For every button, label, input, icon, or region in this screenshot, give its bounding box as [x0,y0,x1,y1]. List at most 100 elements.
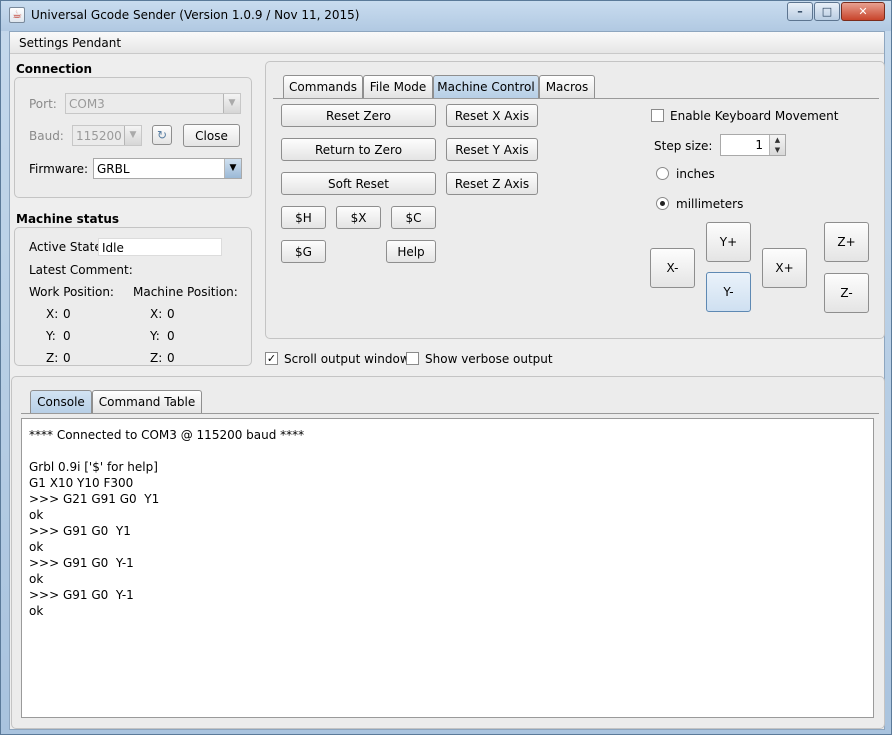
tab-macros[interactable]: Macros [539,75,595,98]
minimize-button[interactable]: – [787,2,813,21]
show-verbose-checkbox[interactable] [406,352,419,365]
check-mode-cmd-button[interactable]: $C [391,206,436,229]
parser-state-cmd-button[interactable]: $G [281,240,326,263]
firmware-value: GRBL [97,162,130,176]
spinner-arrows: ▲ ▼ [769,135,785,155]
work-z-label: Z: [46,351,59,365]
show-verbose-label: Show verbose output [425,352,553,366]
jog-z-plus-button[interactable]: Z+ [824,222,869,262]
step-size-spinner[interactable]: 1 ▲ ▼ [720,134,786,156]
jog-z-minus-button[interactable]: Z- [824,273,869,313]
app-window: ☕ Universal Gcode Sender (Version 1.0.9 … [0,0,892,735]
output-tab-divider [21,413,879,414]
console-line: G1 X10 Y10 F300 [29,476,134,490]
soft-reset-button[interactable]: Soft Reset [281,172,436,195]
machine-z-label: Z: [150,351,163,365]
menu-bar: Settings Pendant [10,32,884,54]
connection-panel: Port: COM3 ▼ Baud: 115200 ▼ ↻ Close Firm… [14,77,252,198]
console-line: ok [29,572,44,586]
port-select[interactable]: COM3 ▼ [65,93,241,114]
jog-y-minus-button[interactable]: Y- [706,272,751,312]
machine-status-panel: Active State: Idle Latest Comment: Work … [14,227,252,366]
menu-pendant[interactable]: Pendant [72,36,121,50]
enable-keyboard-checkbox[interactable] [651,109,664,122]
connection-title: Connection [16,62,93,76]
machine-y-value: 0 [167,329,175,343]
port-value: COM3 [69,97,105,111]
close-connection-button[interactable]: Close [183,124,240,147]
console-line: Grbl 0.9i ['$' for help] [29,460,158,474]
active-state-label: Active State: [29,240,106,254]
chevron-down-icon: ▼ [223,94,240,113]
menu-settings[interactable]: Settings [19,36,68,50]
step-size-value: 1 [755,138,763,152]
radio-selected-dot [660,201,665,206]
active-state-value: Idle [102,241,124,255]
jog-x-plus-button[interactable]: X+ [762,248,807,288]
baud-label: Baud: [29,129,64,143]
jog-y-plus-button[interactable]: Y+ [706,222,751,262]
work-x-label: X: [46,307,59,321]
refresh-icon: ↻ [156,128,168,142]
return-to-zero-button[interactable]: Return to Zero [281,138,436,161]
tab-console[interactable]: Console [30,390,92,413]
millimeters-radio[interactable] [656,197,669,210]
tab-commands[interactable]: Commands [283,75,363,98]
baud-value: 115200 [76,129,122,143]
chevron-down-icon: ▼ [224,159,241,178]
console-line: >>> G91 G0 Y-1 [29,588,134,602]
port-label: Port: [29,97,57,111]
tab-strip-divider [273,98,879,99]
spinner-up-icon[interactable]: ▲ [770,135,785,145]
work-y-value: 0 [63,329,71,343]
machine-z-value: 0 [167,351,175,365]
chevron-down-icon: ▼ [124,126,141,145]
help-button[interactable]: Help [386,240,436,263]
machine-x-label: X: [150,307,163,321]
latest-comment-label: Latest Comment: [29,263,133,277]
machine-status-title: Machine status [16,212,120,226]
console-output[interactable]: **** Connected to COM3 @ 115200 baud ***… [21,418,874,718]
enable-keyboard-label: Enable Keyboard Movement [670,109,839,123]
work-y-label: Y: [46,329,56,343]
scroll-output-label: Scroll output window [284,352,410,366]
java-app-icon: ☕ [9,7,25,23]
console-line: ok [29,508,44,522]
reset-z-axis-button[interactable]: Reset Z Axis [446,172,538,195]
inches-radio[interactable] [656,167,669,180]
refresh-ports-button[interactable]: ↻ [152,125,172,145]
step-size-label: Step size: [654,139,713,153]
console-line: ok [29,604,44,618]
window-title: Universal Gcode Sender (Version 1.0.9 / … [31,8,360,22]
close-window-button[interactable]: ✕ [841,2,885,21]
console-line: **** Connected to COM3 @ 115200 baud ***… [29,428,305,442]
baud-select[interactable]: 115200 ▼ [72,125,142,146]
machine-y-label: Y: [150,329,160,343]
home-cmd-button[interactable]: $H [281,206,326,229]
reset-y-axis-button[interactable]: Reset Y Axis [446,138,538,161]
reset-zero-button[interactable]: Reset Zero [281,104,436,127]
inches-label: inches [676,167,715,181]
client-area: Settings Pendant Connection Port: COM3 ▼… [9,31,885,730]
active-state-field: Idle [98,238,222,256]
machine-x-value: 0 [167,307,175,321]
checkmark-icon: ✓ [266,352,277,365]
title-bar[interactable]: ☕ Universal Gcode Sender (Version 1.0.9 … [1,1,891,31]
jog-x-minus-button[interactable]: X- [650,248,695,288]
unlock-cmd-button[interactable]: $X [336,206,381,229]
firmware-select[interactable]: GRBL ▼ [93,158,242,179]
scroll-output-checkbox[interactable]: ✓ [265,352,278,365]
machine-position-label: Machine Position: [133,285,238,299]
firmware-label: Firmware: [29,162,89,176]
work-x-value: 0 [63,307,71,321]
console-line: >>> G91 G0 Y-1 [29,556,134,570]
spinner-down-icon[interactable]: ▼ [770,145,785,155]
tab-machine-control[interactable]: Machine Control [433,75,539,98]
reset-x-axis-button[interactable]: Reset X Axis [446,104,538,127]
tab-file-mode[interactable]: File Mode [363,75,433,98]
console-line: ok [29,540,44,554]
tab-command-table[interactable]: Command Table [92,390,202,413]
work-position-label: Work Position: [29,285,114,299]
console-line: >>> G91 G0 Y1 [29,524,131,538]
maximize-button[interactable]: □ [814,2,840,21]
